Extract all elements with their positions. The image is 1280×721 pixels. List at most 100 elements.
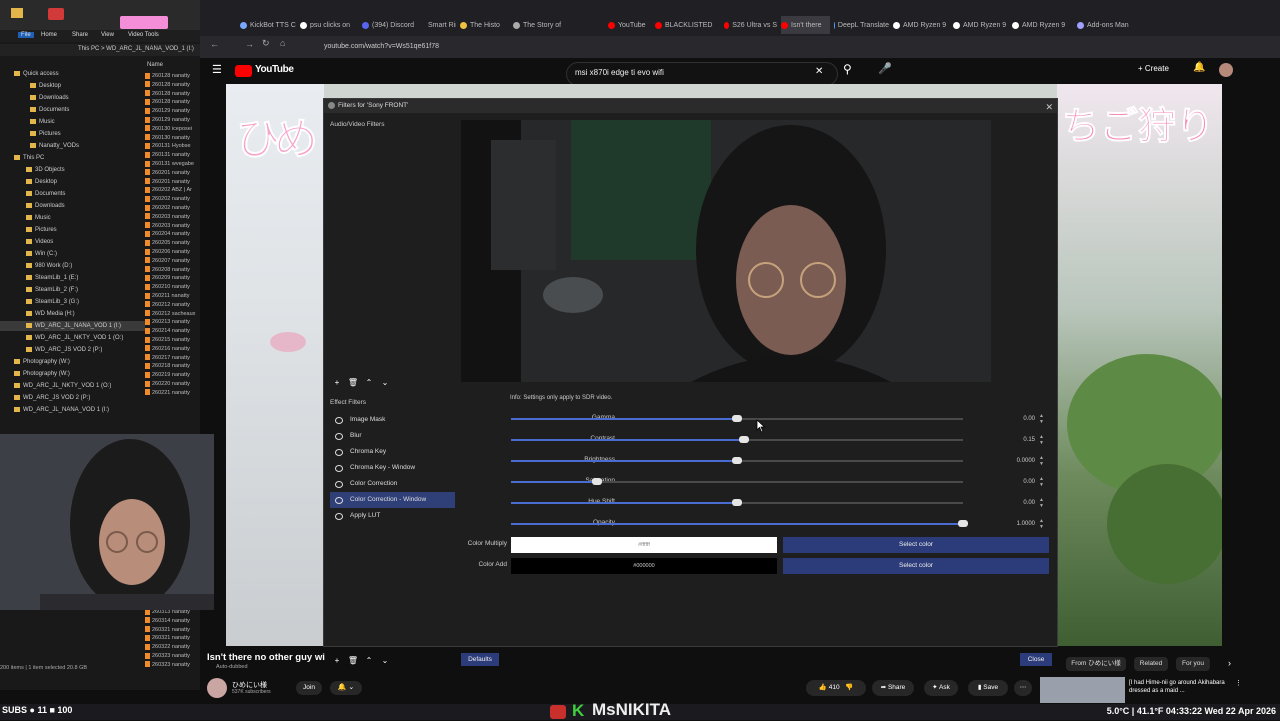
file-row[interactable]: 260130 iceposei [145,125,200,134]
param-value-field[interactable]: 0.0000 [991,455,1035,467]
select-color-button[interactable]: Select color [783,558,1049,574]
browser-tab[interactable]: KickBot TTS C [240,16,296,34]
recommendation-card[interactable]: [I had Hime-nii go around Akihabara dres… [1040,677,1242,703]
file-row[interactable]: 260207 nanatty [145,257,200,266]
file-row[interactable]: 260322 nanatty [145,643,200,652]
nav-item[interactable]: WD_ARC_JL_NKTY_VOD 1 (O:) [0,333,145,343]
file-row[interactable]: 260323 nanatty [145,652,200,661]
file-row[interactable]: 260219 nanatty [145,371,200,380]
effect-filter-item[interactable]: Chroma Key - Window [330,460,455,476]
effect-filter-item[interactable]: Color Correction [330,476,455,492]
file-row[interactable]: 260212 sacheaux [145,310,200,319]
spinner-icon[interactable]: ▲ ▼ [1039,497,1045,509]
nav-item[interactable]: Desktop [0,81,145,91]
param-slider[interactable] [511,520,968,527]
nav-item[interactable]: Documents [0,105,145,115]
chevron-right-icon[interactable]: › [1228,658,1231,668]
ribbon-tab-share[interactable]: Share [72,32,88,38]
eye-icon[interactable] [335,417,343,424]
nav-item[interactable]: Desktop [0,177,145,187]
file-row[interactable]: 260321 nanatty [145,634,200,643]
browser-tab[interactable]: AMD Ryzen 9 [893,16,949,34]
file-row[interactable]: 260212 nanatty [145,301,200,310]
ribbon-tab-home[interactable]: Home [41,32,57,38]
search-icon[interactable]: ⚲ [843,62,852,76]
spinner-icon[interactable]: ▲ ▼ [1039,455,1045,467]
file-row[interactable]: 260208 nanatty [145,266,200,275]
notifications-icon[interactable]: 🔔 [1193,62,1205,73]
create-button[interactable]: + Create [1138,64,1169,73]
nav-item[interactable]: 3D Objects [0,165,145,175]
nav-item[interactable]: SteamLib_1 (E:) [0,273,145,283]
slider-handle[interactable] [738,436,749,443]
file-row[interactable]: 260210 nanatty [145,283,200,292]
browser-tab[interactable]: Smart Ring | [425,16,456,34]
nav-item[interactable]: Videos [0,237,145,247]
add-icon[interactable]: + [332,377,342,387]
param-slider[interactable] [511,499,963,506]
file-row[interactable]: 260217 nanatty [145,354,200,363]
name-column-header[interactable]: Name [147,62,163,68]
file-row[interactable]: 260213 nanatty [145,318,200,327]
nav-item[interactable]: Music [0,117,145,127]
close-icon[interactable]: ✕ [1045,100,1053,114]
browser-tab[interactable]: BLACKLISTED [655,16,720,34]
file-row[interactable]: 260211 nanatty [145,292,200,301]
youtube-logo[interactable]: YouTube [255,64,294,75]
home-icon[interactable]: ⌂ [280,38,285,48]
nav-item[interactable]: WD_ARC_JL_NANA_VOD 1 (I:) [0,321,145,331]
join-button[interactable]: Join [296,681,322,695]
file-row[interactable]: 260203 nanatty [145,222,200,231]
browser-tab[interactable]: YouTube [608,16,651,34]
file-row[interactable]: 260214 nanatty [145,327,200,336]
select-color-button[interactable]: Select color [783,537,1049,553]
effect-filter-item[interactable]: Chroma Key [330,444,455,460]
file-row[interactable]: 260128 nanatty [145,98,200,107]
file-row[interactable]: 260205 nanatty [145,239,200,248]
trash-icon[interactable]: 🗑 [348,655,358,665]
nav-item[interactable]: WD_ARC_JS VOD 2 (P:) [0,345,145,355]
nav-item[interactable]: WD_ARC_JS VOD 2 (P:) [0,393,145,403]
slider-handle[interactable] [732,457,742,464]
file-row[interactable]: 260131 Hyobse [145,142,200,151]
nav-item[interactable]: Pictures [0,225,145,235]
spinner-icon[interactable]: ▲ ▼ [1039,413,1045,425]
param-slider[interactable] [511,478,963,485]
effect-filter-item[interactable]: Apply LUT [330,508,455,524]
account-avatar[interactable] [1219,63,1233,77]
nav-item[interactable]: SteamLib_2 (F:) [0,285,145,295]
nav-item[interactable]: Photography (W:) [0,369,145,379]
share-button[interactable]: ➦ Share [872,680,914,696]
file-row[interactable]: 260314 nanatty [145,617,200,626]
eye-icon[interactable] [335,513,343,520]
param-value-field[interactable]: 0.15 [991,434,1035,446]
more-actions-button[interactable]: ⋯ [1014,680,1032,696]
eye-icon[interactable] [335,481,343,488]
microphone-icon[interactable]: 🎤 [878,62,892,75]
param-value-field[interactable]: 1.0000 [991,518,1035,530]
slider-handle[interactable] [732,415,742,422]
eye-icon[interactable] [335,497,343,504]
file-row[interactable]: 260131 wvegabe [145,160,200,169]
slider-handle[interactable] [732,499,742,506]
file-row[interactable]: 260202 nanatty [145,204,200,213]
file-row[interactable]: 260128 nanatty [145,90,200,99]
explorer-address[interactable]: This PC > WD_ARC_JL_NANA_VOD_1 (I:) [0,44,200,56]
file-row[interactable]: 260203 nanatty [145,213,200,222]
ribbon-tab-view[interactable]: View [101,32,114,38]
defaults-button[interactable]: Defaults [461,653,499,666]
ribbon-tab-video-tools[interactable]: Video Tools [128,32,159,38]
browser-tab[interactable]: Isn't there [781,16,830,34]
file-row[interactable]: 260202 ABZ | Ar [145,186,200,195]
browser-tab[interactable]: AMD Ryzen 9 [1012,16,1073,34]
nav-item[interactable]: SteamLib_3 (G:) [0,297,145,307]
file-row[interactable]: 260201 nanatty [145,178,200,187]
file-row[interactable]: 260201 nanatty [145,169,200,178]
nav-item[interactable]: Nanatty_VODs [0,141,145,151]
move-up-icon[interactable]: ⌃ [364,377,374,387]
nav-item[interactable]: 980 Work (D:) [0,261,145,271]
clear-search-icon[interactable]: ✕ [815,66,823,77]
param-value-field[interactable]: 0.00 [991,476,1035,488]
file-row[interactable]: 260128 nanatty [145,72,200,81]
browser-tab[interactable]: The Histo [460,16,509,34]
